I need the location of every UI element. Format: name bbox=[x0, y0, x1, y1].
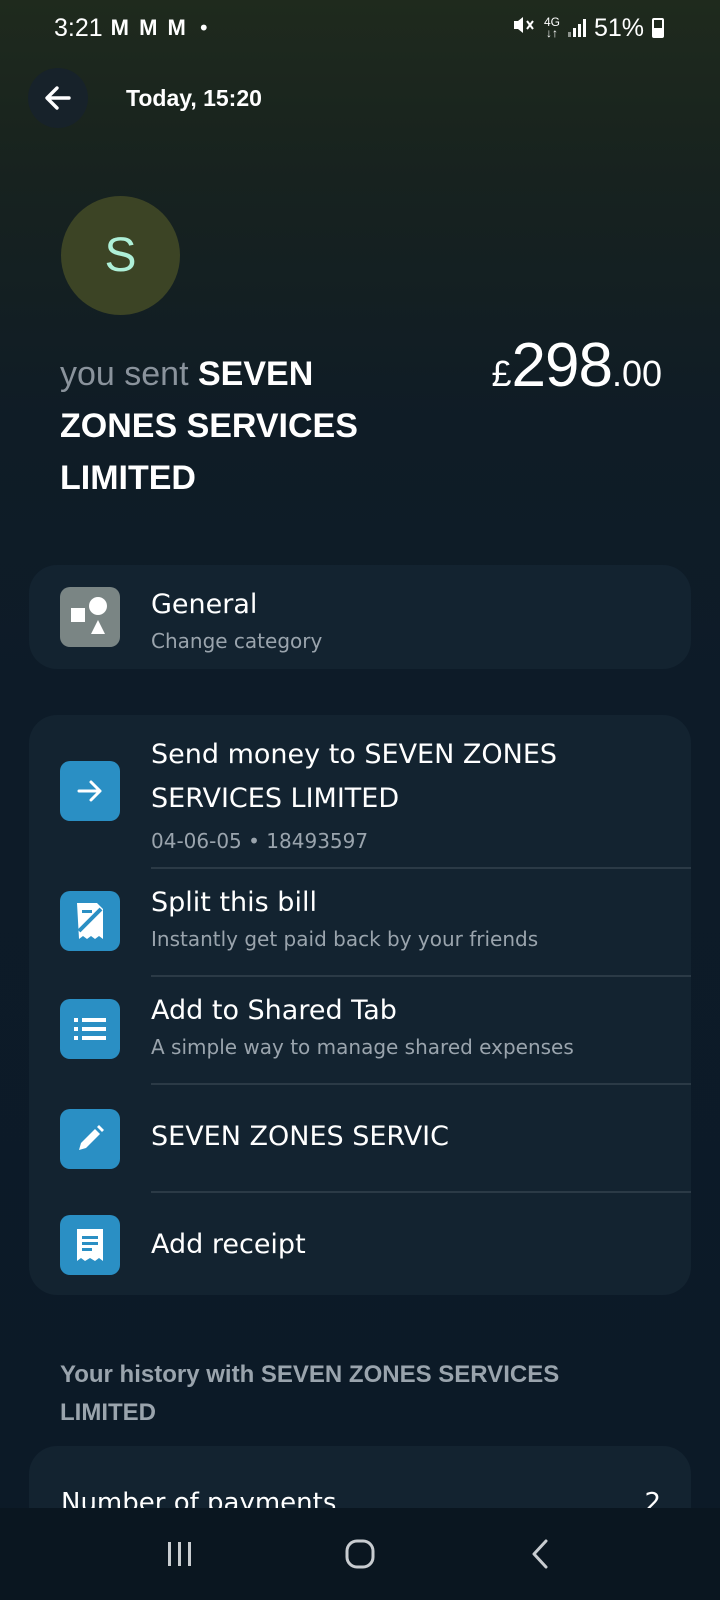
split-bill-title: Split this bill bbox=[151, 887, 317, 918]
avatar-letter: S bbox=[104, 229, 137, 282]
network-type: 4G ↓↑ bbox=[543, 15, 560, 40]
shared-tab-title: Add to Shared Tab bbox=[151, 995, 397, 1026]
split-bill-row[interactable]: Split this bill Instantly get paid back … bbox=[29, 869, 691, 975]
amount-currency: £ bbox=[491, 353, 512, 394]
send-money-title: Send money to SEVEN ZONES SERVICES LIMIT… bbox=[151, 739, 558, 814]
history-card: Number of payments 2 bbox=[29, 1446, 691, 1516]
notification-dot: • bbox=[197, 16, 210, 40]
home-button[interactable] bbox=[330, 1524, 390, 1584]
shapes-icon bbox=[60, 587, 120, 647]
receipt-icon bbox=[60, 1215, 120, 1275]
back-button[interactable] bbox=[28, 68, 88, 128]
transaction-amount: £ 298 .00 bbox=[491, 330, 662, 401]
gmail-notification-icons: M M M bbox=[110, 15, 188, 40]
home-icon bbox=[345, 1539, 375, 1569]
edit-name-title: SEVEN ZONES SERVIC bbox=[151, 1121, 450, 1152]
signal-icon bbox=[567, 19, 586, 37]
status-bar: 3:21 M M M • 4G ↓↑ 51% bbox=[0, 0, 720, 56]
split-bill-icon bbox=[60, 891, 120, 951]
add-receipt-title: Add receipt bbox=[151, 1229, 306, 1260]
back-nav-button[interactable] bbox=[510, 1524, 570, 1584]
transaction-headline: you sent SEVEN ZONES SERVICES LIMITED bbox=[60, 348, 390, 504]
amount-whole: 298 bbox=[511, 331, 613, 400]
chevron-left-icon bbox=[532, 1539, 548, 1569]
headline-prefix: you sent bbox=[60, 355, 189, 393]
battery-percent: 51% bbox=[593, 13, 644, 42]
merchant-avatar: S bbox=[61, 196, 180, 315]
list-icon bbox=[60, 999, 120, 1059]
arrow-left-icon bbox=[45, 86, 71, 110]
send-money-row[interactable]: Send money to SEVEN ZONES SERVICES LIMIT… bbox=[29, 715, 691, 867]
page-title: Today, 15:20 bbox=[126, 84, 262, 111]
recent-apps-button[interactable] bbox=[150, 1524, 210, 1584]
add-receipt-row[interactable]: Add receipt bbox=[29, 1193, 691, 1295]
status-time: 3:21 bbox=[54, 13, 103, 42]
category-card[interactable]: General Change category bbox=[29, 565, 691, 669]
actions-card: Send money to SEVEN ZONES SERVICES LIMIT… bbox=[29, 715, 691, 1295]
pencil-icon bbox=[60, 1109, 120, 1169]
amount-decimal: .00 bbox=[611, 353, 662, 394]
history-title: Your history with SEVEN ZONES SERVICES L… bbox=[60, 1361, 560, 1426]
split-bill-subtitle: Instantly get paid back by your friends bbox=[151, 927, 539, 951]
category-title: General bbox=[151, 589, 258, 620]
recent-apps-icon bbox=[168, 1542, 191, 1566]
category-subtitle: Change category bbox=[151, 629, 323, 653]
arrow-right-icon bbox=[60, 761, 120, 821]
battery-icon bbox=[652, 18, 664, 38]
send-money-subtitle: 04-06-05 • 18493597 bbox=[151, 829, 369, 853]
shared-tab-row[interactable]: Add to Shared Tab A simple way to manage… bbox=[29, 977, 691, 1083]
edit-name-row[interactable]: SEVEN ZONES SERVIC bbox=[29, 1085, 691, 1191]
system-nav-bar bbox=[0, 1508, 720, 1600]
mute-icon bbox=[512, 14, 536, 42]
shared-tab-subtitle: A simple way to manage shared expenses bbox=[151, 1035, 574, 1059]
top-bar: Today, 15:20 bbox=[28, 68, 262, 128]
